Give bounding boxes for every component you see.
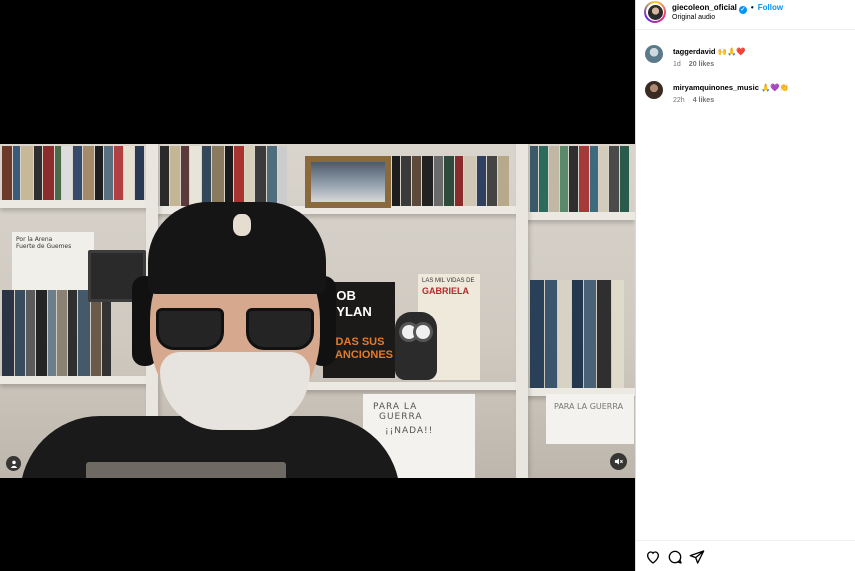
comment-text: miryamquinones_music 🙏💜👏 [673,83,789,92]
comment-likes[interactable]: 20 likes [689,61,714,68]
media-viewer: Por la Arena Fuerte de Guemes BOB DYLAN … [0,0,635,571]
comment-time[interactable]: 1d [673,61,681,68]
avatar[interactable] [644,1,666,23]
board-line: PARA LA [373,402,418,412]
speaker-muted-icon[interactable] [610,453,627,470]
books-middle-right [530,280,634,388]
comment-item: miryamquinones_music 🙏💜👏 22h 4 likes [636,80,855,114]
note-line: Fuerte de Guemes [16,243,72,250]
comment-body: 🙌🙏❤️ [717,47,746,56]
note-line: Por la Arena [16,236,53,243]
radio-device [86,462,286,478]
owl-figurine [395,312,437,380]
books-middle-left [2,290,132,376]
comment-meta: 22h 4 likes [673,97,722,104]
comment-likes[interactable]: 4 likes [693,97,714,104]
books-top-center-right [392,156,516,206]
comment-username[interactable]: taggerdavid [673,47,716,56]
poster-text: LAS MIL VIDAS DE [422,278,475,284]
comment-username[interactable]: miryamquinones_music [673,83,759,92]
books-top-center [160,146,300,206]
separator: • [750,3,754,12]
shelf-top [0,200,150,208]
shelf-divider [516,144,528,478]
follow-button[interactable]: Follow [758,3,783,12]
shelf-middle-center [300,382,525,390]
board-line: PARA LA GUERRA [554,402,624,411]
post-header: giecoleon_oficial ✓ • Follow Original audio [636,0,855,30]
paper-plane-icon[interactable] [689,549,705,565]
comment-body: 🙏💜👏 [760,83,789,92]
heart-icon[interactable] [645,549,661,565]
verified-badge-icon: ✓ [738,6,747,14]
comment-meta: 1d 20 likes [673,61,722,68]
board-line: ¡¡NADA!! [385,426,434,436]
sunglasses [156,308,314,352]
board-line: GUERRA [379,412,423,422]
cap-patch [233,214,251,236]
avatar[interactable] [645,45,663,63]
audio-label[interactable]: Original audio [672,14,715,21]
comment-bubble-icon[interactable] [667,549,683,565]
avatar[interactable] [645,81,663,99]
poster-text: GABRIELA [422,286,469,296]
action-bar [636,540,855,571]
comment-text: taggerdavid 🙌🙏❤️ [673,47,746,56]
shelf-top-right [525,212,635,220]
header-user-line: giecoleon_oficial ✓ • Follow [672,3,783,14]
person-icon[interactable] [6,456,21,471]
comment-time[interactable]: 22h [673,97,685,104]
books-top-left [2,146,144,200]
poster-text: ODAS SUS [327,336,385,348]
handwritten-note: Por la Arena Fuerte de Guemes [12,232,94,290]
poster-text: DYLAN [327,304,372,319]
video-player[interactable]: Por la Arena Fuerte de Guemes BOB DYLAN … [0,144,635,478]
books-top-right [530,146,634,212]
poster-text: CANCIONES [327,349,394,361]
framed-picture [305,156,391,208]
username-link[interactable]: giecoleon_oficial [672,3,737,12]
post-side-panel: giecoleon_oficial ✓ • Follow Original audio… [635,0,855,571]
shelf-middle-left [0,376,150,384]
handwritten-board-right: PARA LA GUERRA [546,394,634,444]
poster-text: BOB [327,288,356,303]
comment-item: taggerdavid 🙌🙏❤️ 1d 20 likes [636,44,855,78]
